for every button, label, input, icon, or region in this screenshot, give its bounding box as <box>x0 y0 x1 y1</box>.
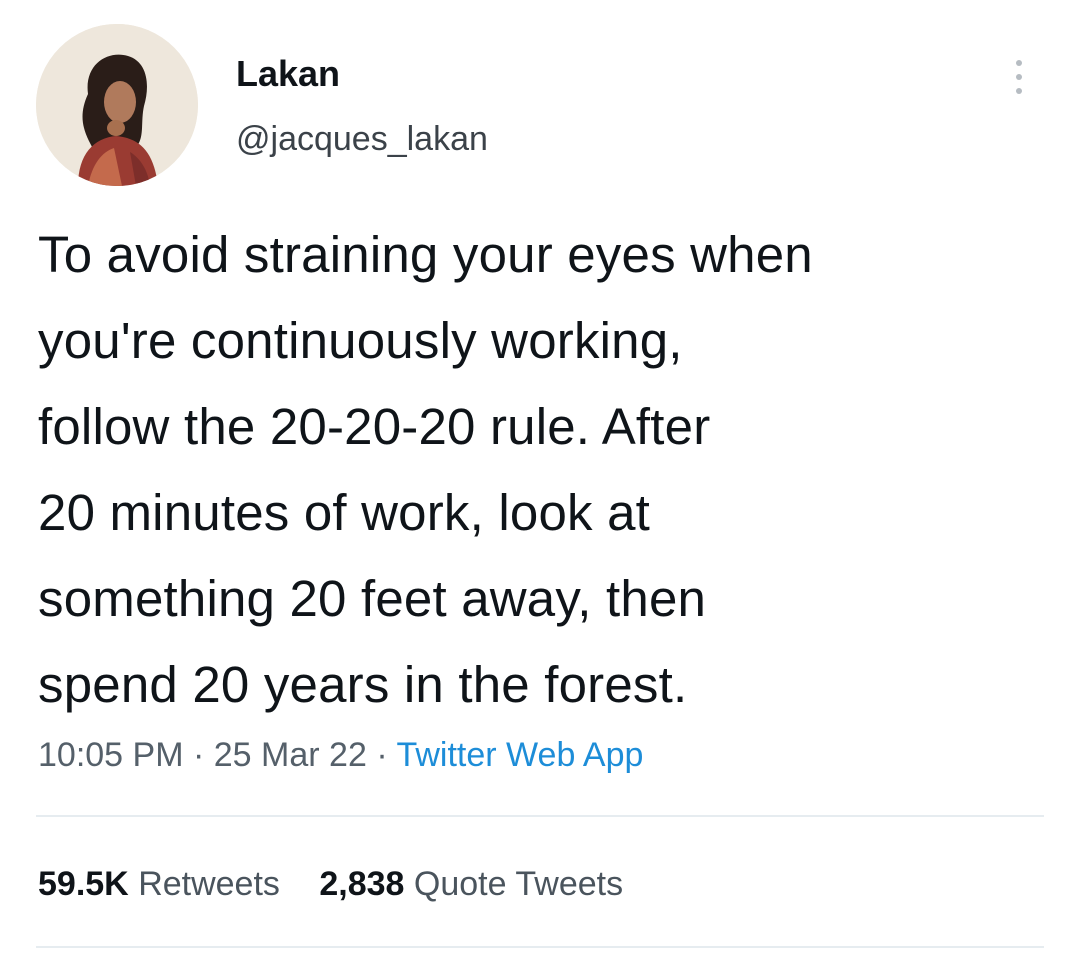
tweet-text: To avoid straining your eyes when you're… <box>38 212 1048 728</box>
tweet-time[interactable]: 10:05 PM <box>38 736 184 774</box>
retweets-label: Retweets <box>138 865 280 903</box>
author-handle[interactable]: @jacques_lakan <box>236 119 488 159</box>
tweet-text-line: 20 minutes of work, look at <box>38 484 651 541</box>
tweet-text-line: follow the 20-20-20 rule. After <box>38 398 711 455</box>
tweet-date[interactable]: 25 Mar 22 <box>214 736 367 774</box>
retweets-count: 59.5K <box>38 865 129 903</box>
divider <box>36 815 1044 817</box>
meta-separator: · <box>192 736 205 774</box>
meta-separator: · <box>376 736 388 774</box>
avatar[interactable] <box>36 24 198 186</box>
tweet-text-line: you're continuously working, <box>38 312 683 369</box>
tweet-source-link[interactable]: Twitter Web App <box>396 736 643 774</box>
tweet-stats: 59.5K Retweets 2,838 Quote Tweets <box>38 862 653 906</box>
quote-tweets-stat[interactable]: 2,838 Quote Tweets <box>319 862 623 906</box>
tweet: Lakan @jacques_lakan To avoid straining … <box>0 0 1080 964</box>
tweet-text-line: spend 20 years in the forest. <box>38 656 688 713</box>
tweet-meta: 10:05 PM · 25 Mar 22 · Twitter Web App <box>38 733 643 777</box>
divider <box>36 946 1044 948</box>
more-vertical-icon[interactable] <box>1004 52 1034 102</box>
retweets-stat[interactable]: 59.5K Retweets <box>38 862 280 906</box>
quote-tweets-label: Quote Tweets <box>413 865 624 903</box>
tweet-text-line: To avoid straining your eyes when <box>38 226 813 283</box>
author-display-name[interactable]: Lakan <box>236 54 340 94</box>
tweet-text-line: something 20 feet away, then <box>38 570 707 627</box>
avatar-portrait-image <box>36 24 198 186</box>
quote-tweets-count: 2,838 <box>319 865 405 903</box>
